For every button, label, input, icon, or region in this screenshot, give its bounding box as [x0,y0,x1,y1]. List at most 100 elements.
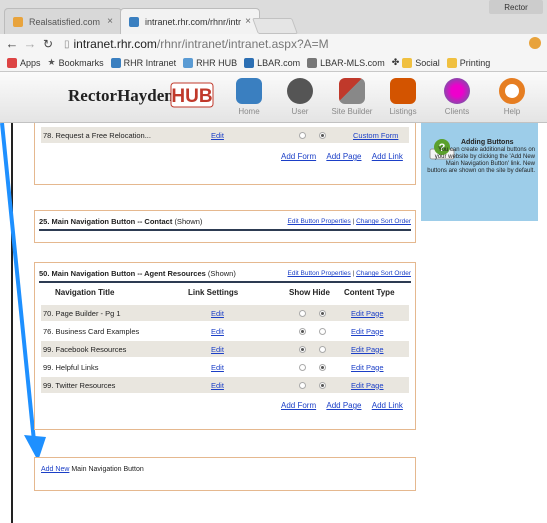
nav-listings[interactable]: Listings [378,78,428,116]
bookmark-rhr-intranet[interactable]: RHR Intranet [110,57,176,68]
forward-icon[interactable]: → [22,36,38,52]
bookmarks-bar: Apps ★ Bookmarks RHR Intranet RHR HUB LBA… [0,54,547,72]
close-tab-icon[interactable]: × [245,16,251,27]
edit-link[interactable]: Edit [211,309,224,318]
table-row: 99. Helpful Links Edit Edit Page [41,359,409,375]
back-icon[interactable]: ← [4,36,20,52]
nav-label: Listings [389,107,417,116]
edit-button-properties-link[interactable]: Edit Button Properties [288,270,351,277]
table-row: 70. Page Builder - Pg 1 Edit Edit Page [41,305,409,321]
star-icon: ★ [47,57,56,67]
hub-icon [183,57,194,68]
separator: | [352,218,355,225]
nav-site-builder[interactable]: Site Builder [327,78,377,116]
nav-user[interactable]: User [275,78,325,116]
edit-link[interactable]: Edit [211,327,224,336]
add-form-link[interactable]: Add Form [281,152,316,161]
panel-title: 50. Main Navigation Button -- Agent Reso… [39,269,236,278]
edit-button-properties-link[interactable]: Edit Button Properties [288,218,351,225]
show-radio[interactable] [299,363,306,371]
nav-label: Help [503,107,521,116]
bookmark-social[interactable]: ✤ Social [392,57,440,68]
add-page-link[interactable]: Add Page [326,401,361,410]
add-link-link[interactable]: Add Link [372,152,403,161]
new-tab-button[interactable] [252,18,298,34]
bookmark-label: Bookmarks [58,57,104,68]
hide-radio[interactable] [319,327,326,335]
table-row: 78. Request a Free Relocation... Edit Cu… [41,127,409,143]
tab-title: intranet.rhr.com/rhnr/intr [145,16,242,27]
nav-label: Site Builder [331,107,373,116]
edit-page-link[interactable]: Edit Page [351,381,384,390]
panel-actions: Edit Button Properties | Change Sort Ord… [288,218,411,225]
lbar-icon [244,57,255,68]
add-page-link[interactable]: Add Page [326,152,361,161]
show-radio[interactable] [299,309,306,317]
panel-title-text: 50. Main Navigation Button -- Agent Reso… [39,269,206,278]
panel-actions: Edit Button Properties | Change Sort Ord… [288,270,411,277]
site-header: RectorHayden HUB Home User Site Builder … [0,72,547,123]
status-text: (Shown) [207,269,236,278]
custom-form-link[interactable]: Custom Form [353,131,398,140]
site-logo[interactable]: RectorHayden [68,86,174,106]
browser-tab-bar: Realsatisfied.com × intranet.rhr.com/rhn… [0,0,547,35]
apps-icon [7,57,17,68]
extension-icon[interactable] [529,37,541,49]
table-row: 99. Facebook Resources Edit Edit Page [41,341,409,357]
building-icon [390,78,416,104]
bookmark-lbar-mls[interactable]: LBAR-MLS.com [307,57,385,68]
show-radio[interactable] [299,345,306,353]
change-sort-order-link[interactable]: Change Sort Order [356,218,411,225]
header-link-settings: Link Settings [188,288,239,297]
edit-link[interactable]: Edit [211,381,224,390]
nav-help[interactable]: Help [487,78,537,116]
nav-home[interactable]: Home [224,78,274,116]
nav-clients[interactable]: Clients [432,78,482,116]
user-icon [287,78,313,104]
edit-page-link[interactable]: Edit Page [351,327,384,336]
mls-icon [307,57,318,68]
profile-chip[interactable]: Rector [489,0,543,14]
hide-radio[interactable] [319,345,326,353]
nav-title: 99. Facebook Resources [43,344,127,354]
bookmark-rhr-hub[interactable]: RHR HUB [183,57,237,68]
help-text: You can create additional buttons on you… [427,147,535,174]
bookmark-printing[interactable]: Printing [446,57,490,68]
add-links: Add Form Add Page Add Link [273,152,403,161]
close-tab-icon[interactable]: × [107,16,113,27]
hide-radio[interactable] [319,309,326,317]
hide-radio[interactable] [319,131,326,139]
bookmark-lbar[interactable]: LBAR.com [244,57,300,68]
edit-page-link[interactable]: Edit Page [351,345,384,354]
table-row: 76. Business Card Examples Edit Edit Pag… [41,323,409,339]
tab-intranet[interactable]: intranet.rhr.com/rhnr/intr × [120,8,260,34]
edit-link[interactable]: Edit [211,363,224,372]
address-bar[interactable]: ▯ intranet.rhr.com /rhnr/intranet/intran… [64,36,534,52]
reload-icon[interactable]: ↻ [40,36,56,52]
page-icon: ▯ [64,38,70,50]
folder-icon [402,57,413,68]
show-radio[interactable] [299,327,306,335]
panel-contact-button: 25. Main Navigation Button -- Contact (S… [34,210,416,243]
house-icon [236,78,262,104]
favicon-icon [13,16,23,27]
header-navigation-title: Navigation Title [55,288,115,297]
tab-title: Realsatisfied.com [29,16,101,27]
bookmark-apps[interactable]: Apps [7,57,41,68]
show-radio[interactable] [299,131,306,139]
hide-radio[interactable] [319,363,326,371]
bookmark-label: LBAR-MLS.com [320,57,385,68]
edit-link[interactable]: Edit [211,131,224,140]
edit-page-link[interactable]: Edit Page [351,363,384,372]
edit-link[interactable]: Edit [211,345,224,354]
edit-page-link[interactable]: Edit Page [351,309,384,318]
add-new-link[interactable]: Add New [41,466,69,473]
change-sort-order-link[interactable]: Change Sort Order [356,270,411,277]
show-radio[interactable] [299,381,306,389]
bookmark-bookmarks[interactable]: ★ Bookmarks [48,57,104,68]
add-form-link[interactable]: Add Form [281,401,316,410]
hide-radio[interactable] [319,381,326,389]
tab-realsatisfied[interactable]: Realsatisfied.com × [4,8,122,34]
add-link-link[interactable]: Add Link [372,401,403,410]
bookmark-label: Social [415,57,440,68]
